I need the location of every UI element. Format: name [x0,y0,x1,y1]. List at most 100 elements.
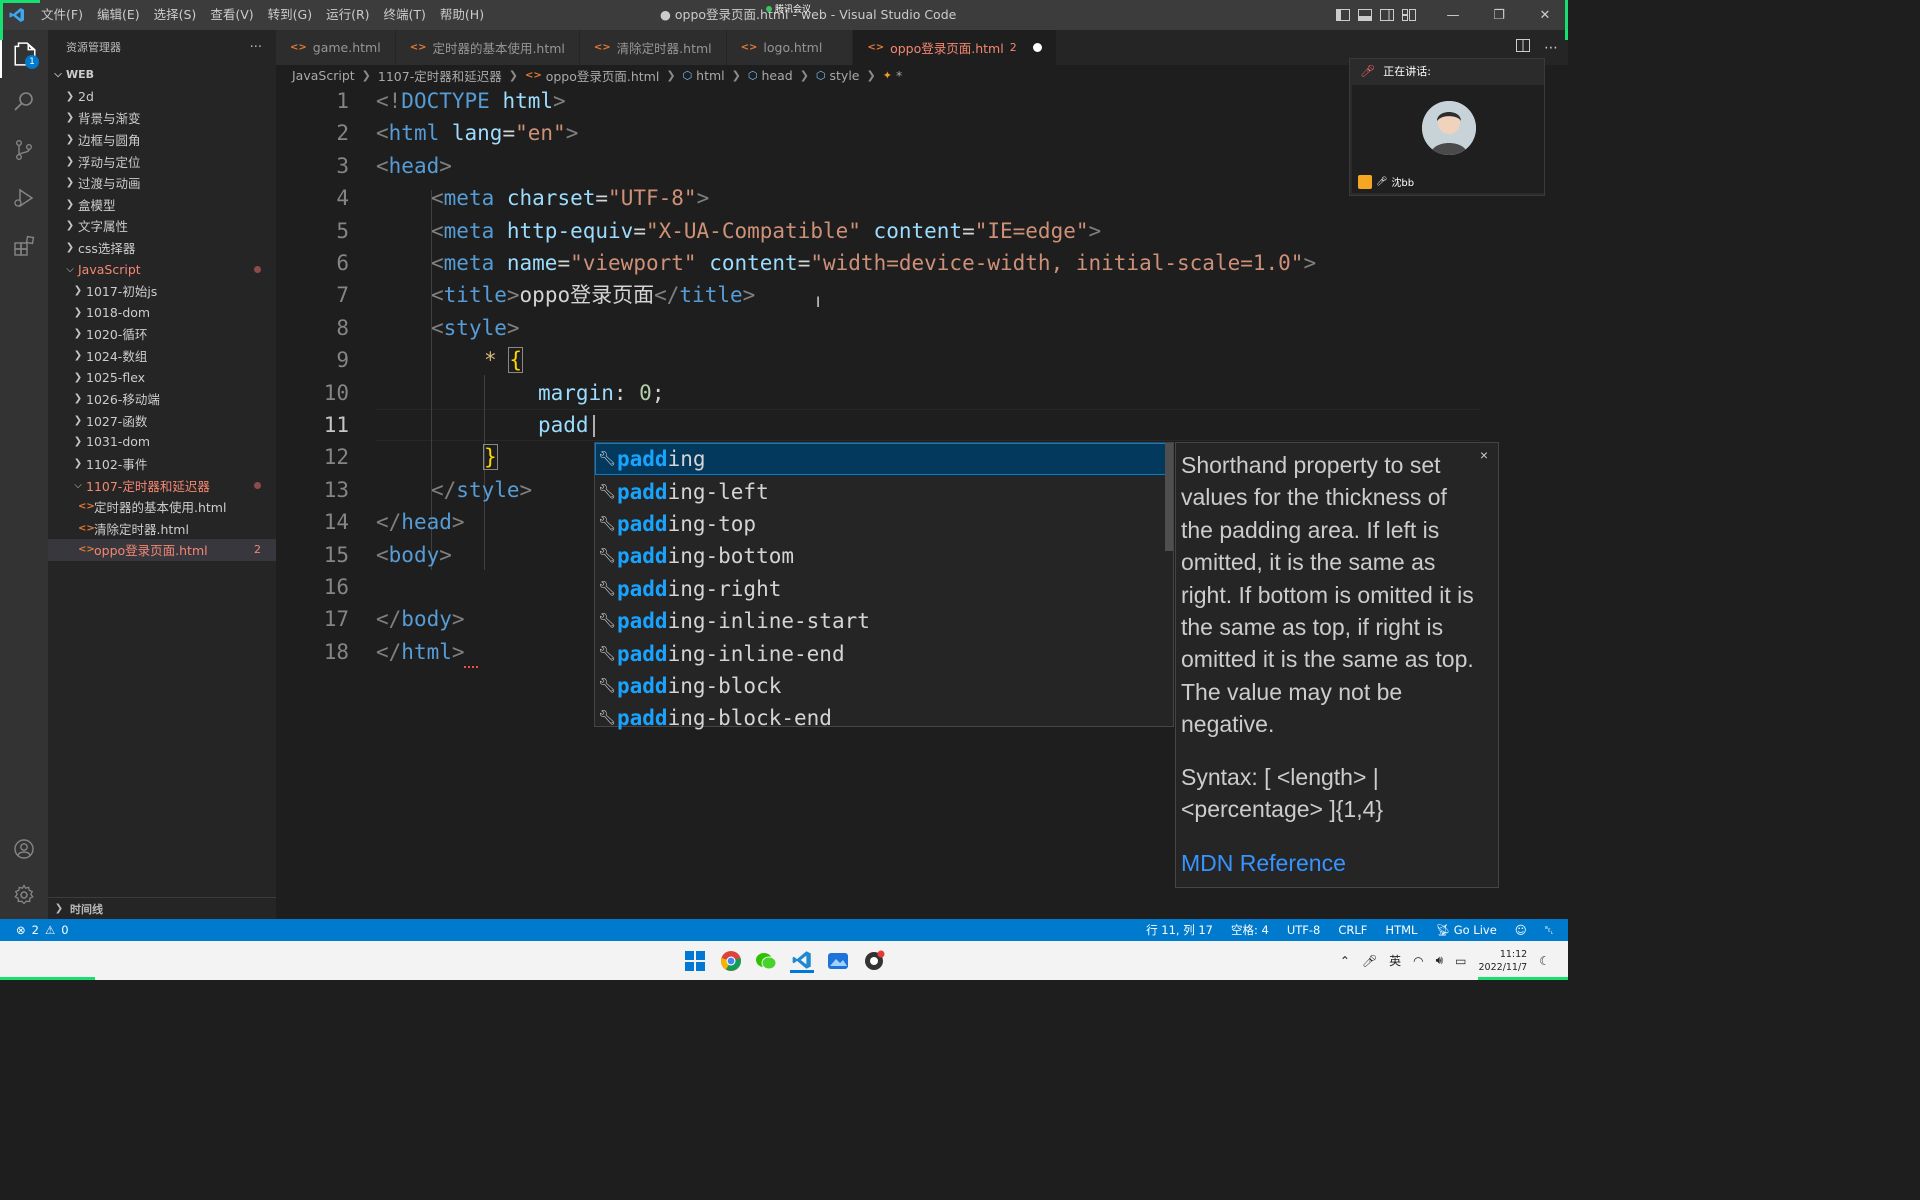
toggle-secondary-sidebar-icon[interactable] [1376,0,1398,30]
suggestion-item[interactable]: 🔧︎ padd ing-bottom [595,540,1173,572]
cursor-position[interactable]: 行 11, 列 17 [1146,922,1213,938]
folder-open-current[interactable]: ⌵ 1107-定时器和延迟器 [48,474,276,496]
folder-javascript[interactable]: ⌵ JavaScript [48,258,276,280]
accounts-icon[interactable] [0,825,48,873]
menu-terminal[interactable]: 终端(T) [377,0,433,30]
microphone-icon[interactable]: 🎤︎ [1362,954,1377,968]
breadcrumb-item[interactable]: JavaScript [292,68,355,83]
folder-item[interactable]: ❯ 1102-事件 [48,453,276,475]
folder-item[interactable]: ❯ 1025-flex [48,366,276,388]
tab-logo[interactable]: <> logo.html [726,30,854,65]
editor-more-icon[interactable]: ⋯ [1544,40,1558,56]
suggestion-item[interactable]: 🔧︎ padd ing-inline-start [595,605,1173,637]
folder-item[interactable]: ❯ 盒模型 [48,194,276,216]
more-actions-icon[interactable]: ··· [250,40,262,55]
unsaved-dot-icon[interactable] [1032,43,1042,52]
wifi-icon[interactable]: ◠ [1413,954,1423,968]
breadcrumb-item[interactable]: oppo登录页面.html [546,66,660,85]
menu-help[interactable]: 帮助(H) [433,0,491,30]
ime-indicator[interactable]: 英 [1389,952,1401,969]
recorder-app-icon[interactable] [862,949,886,973]
explorer-icon[interactable]: 1 [0,30,48,78]
notifications-bell-icon[interactable]: ␇ [1545,923,1554,938]
split-editor-icon[interactable] [1516,39,1530,56]
folder-item[interactable]: ❯ 1026-移动端 [48,388,276,410]
indentation[interactable]: 空格: 4 [1231,922,1269,938]
timeline-section[interactable]: ❯ 时间线 [48,897,276,919]
folder-item[interactable]: ❯ 文字属性 [48,215,276,237]
menu-go[interactable]: 转到(G) [261,0,319,30]
mdn-reference-link[interactable]: MDN Reference [1181,847,1492,879]
clock[interactable]: 11:12 2022/11/7 [1479,948,1528,974]
menu-file[interactable]: 文件(F) [34,0,90,30]
feedback-icon[interactable]: ☺︎ [1515,923,1527,937]
line-ending[interactable]: CRLF [1338,923,1367,937]
tab-oppo-login[interactable]: <> oppo登录页面.html 2 [853,30,1057,65]
suggestion-item[interactable]: 🔧︎ padd ing-inline-end [595,637,1173,669]
folder-item[interactable]: ❯ 过渡与动画 [48,172,276,194]
breadcrumb-item[interactable]: html [696,68,724,83]
folder-item[interactable]: ❯ css选择器 [48,237,276,259]
menu-view[interactable]: 查看(V) [203,0,260,30]
toggle-panel-icon[interactable] [1354,0,1376,30]
close-window-icon[interactable]: ✕ [1522,0,1568,30]
suggestion-item[interactable]: 🔧︎ padd ing-block-end [595,702,1173,734]
photos-icon[interactable] [826,949,850,973]
tab-clear-timer[interactable]: <> 清除定时器.html [579,30,727,65]
meeting-indicator[interactable]: 腾讯会议 [766,2,811,15]
file-encoding[interactable]: UTF-8 [1287,923,1321,937]
tab-game[interactable]: <> game.html [276,30,396,65]
file-item[interactable]: <> 定时器的基本使用.html [48,496,276,518]
workspace-root[interactable]: ⌵ WEB [48,64,276,86]
restore-icon[interactable]: ❐ [1476,0,1522,30]
toggle-sidebar-icon[interactable] [1332,0,1354,30]
folder-item[interactable]: ❯ 1027-函数 [48,410,276,432]
search-icon[interactable] [0,78,48,126]
suggestion-item[interactable]: 🔧︎ padd ing-left [595,475,1173,507]
meeting-speaker-window[interactable]: 🎤︎ 正在讲话: 🎤︎ 沈bb [1349,58,1545,196]
suggestion-item[interactable]: 🔧︎ padd ing-right [595,573,1173,605]
wechat-icon[interactable] [754,949,778,973]
go-live-button[interactable]: 📡︎ Go Live [1435,923,1496,937]
folder-item[interactable]: ❯ 背景与渐变 [48,107,276,129]
folder-item[interactable]: ❯ 1017-初始js [48,280,276,302]
notification-moon-icon[interactable]: ☾ [1539,954,1550,968]
source-control-icon[interactable] [0,126,48,174]
menu-edit[interactable]: 编辑(E) [90,0,147,30]
menu-selection[interactable]: 选择(S) [147,0,204,30]
run-debug-icon[interactable] [0,174,48,222]
breadcrumb-item[interactable]: style [830,68,860,83]
folder-item[interactable]: ❯ 1024-数组 [48,345,276,367]
breadcrumb-item[interactable]: * [896,68,902,83]
chrome-icon[interactable] [719,949,743,973]
chevron-up-icon[interactable]: ⌃ [1340,954,1350,968]
suggestion-item[interactable]: 🔧︎ padd ing-block [595,670,1173,702]
language-mode[interactable]: HTML [1385,923,1417,937]
folder-item[interactable]: ❯ 2d [48,86,276,108]
vscode-taskbar-icon[interactable] [790,949,814,973]
chevron-right-icon: ❯ [65,90,75,102]
close-details-icon[interactable]: × [1480,445,1488,465]
file-item[interactable]: <> 清除定时器.html [48,517,276,539]
folder-item[interactable]: ❯ 1018-dom [48,302,276,324]
problems-indicator[interactable]: ⊗ 2 ⚠︎ 0 [0,923,69,937]
tab-timer-basic[interactable]: <> 定时器的基本使用.html [395,30,580,65]
breadcrumb-item[interactable]: head [761,68,792,83]
folder-item[interactable]: ❯ 1031-dom [48,431,276,453]
menu-run[interactable]: 运行(R) [319,0,376,30]
folder-item[interactable]: ❯ 边框与圆角 [48,129,276,151]
suggestion-item-selected[interactable]: 🔧︎ padd ing [595,443,1173,476]
breadcrumb-item[interactable]: 1107-定时器和延迟器 [378,66,502,85]
suggestion-scrollbar[interactable] [1165,443,1173,551]
folder-item[interactable]: ❯ 1020-循环 [48,323,276,345]
settings-gear-icon[interactable] [0,871,48,919]
minimize-icon[interactable]: — [1430,0,1476,30]
customize-layout-icon[interactable] [1398,0,1420,30]
file-item-active[interactable]: <> oppo登录页面.html 2 [48,539,276,561]
suggestion-item[interactable]: 🔧︎ padd ing-top [595,508,1173,540]
windows-start-icon[interactable] [683,949,707,973]
battery-icon[interactable]: ▭ [1455,954,1466,968]
volume-icon[interactable]: 🔊︎ [1436,953,1444,968]
extensions-icon[interactable] [0,222,48,270]
folder-item[interactable]: ❯ 浮动与定位 [48,150,276,172]
